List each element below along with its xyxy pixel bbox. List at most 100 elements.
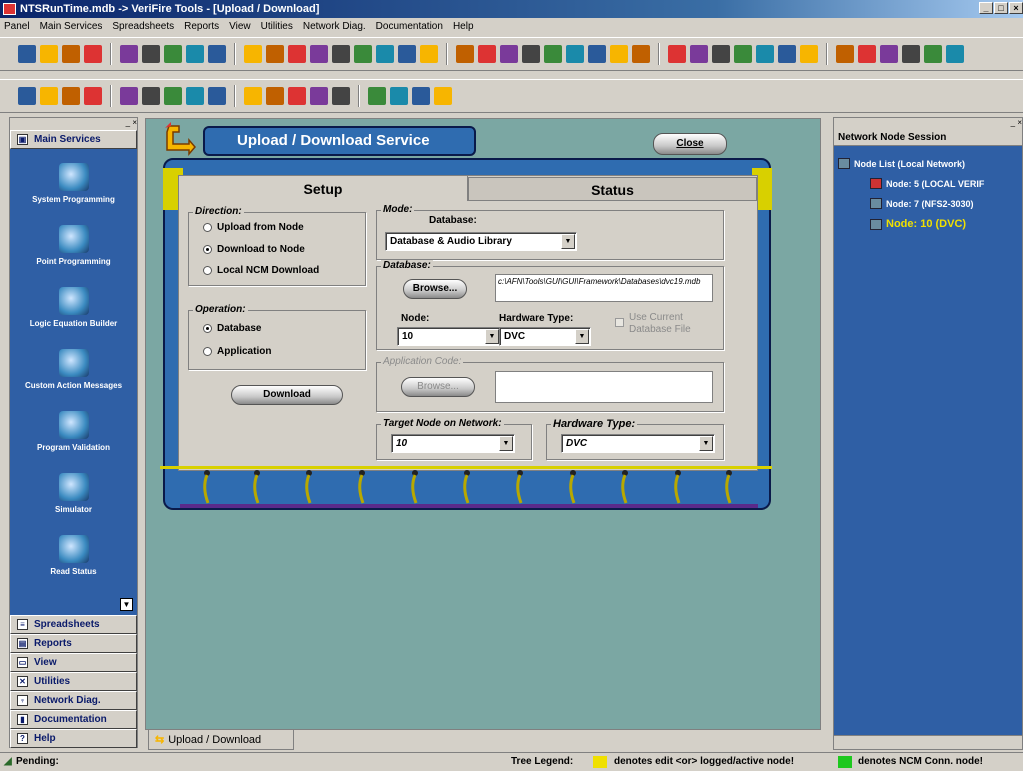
category-reports[interactable]: ▤ Reports <box>10 634 137 653</box>
toolbar-button-icon[interactable] <box>208 45 226 63</box>
toolbar-button-icon[interactable] <box>84 45 102 63</box>
hardware-type-select[interactable]: DVC ▼ <box>561 434 715 453</box>
pane-controls[interactable]: _ × <box>10 118 137 130</box>
toolbar-button-icon[interactable] <box>668 45 686 63</box>
application-browse-button[interactable]: Browse... <box>401 377 475 397</box>
toolbar-button-icon[interactable] <box>522 45 540 63</box>
service-simulator[interactable]: Simulator <box>10 473 137 514</box>
category-spreadsheets[interactable]: ≡ Spreadsheets <box>10 615 137 634</box>
toolbar-button-icon[interactable] <box>40 87 58 105</box>
toolbar-button-icon[interactable] <box>62 87 80 105</box>
close-window-button[interactable]: × <box>1009 2 1023 14</box>
menu-spreadsheets[interactable]: Spreadsheets <box>112 18 174 36</box>
toolbar-button-icon[interactable] <box>332 87 350 105</box>
radio-database[interactable]: Database <box>203 323 261 334</box>
main-services-header[interactable]: ▣ Main Services <box>10 130 137 149</box>
toolbar-button-icon[interactable] <box>946 45 964 63</box>
toolbar-button-icon[interactable] <box>800 45 818 63</box>
toolbar-button-icon[interactable] <box>164 45 182 63</box>
tree-node-5[interactable]: Node: 5 (LOCAL VERIF <box>870 178 984 189</box>
radio-upload-from-node[interactable]: Upload from Node <box>203 222 304 233</box>
toolbar-button-icon[interactable] <box>208 87 226 105</box>
pane-controls[interactable]: _ × <box>834 118 1022 130</box>
node-select[interactable]: 10 ▼ <box>397 327 501 346</box>
toolbar-button-icon[interactable] <box>288 45 306 63</box>
toolbar-button-icon[interactable] <box>40 45 58 63</box>
tree-root[interactable]: Node List (Local Network) <box>838 158 965 169</box>
menu-utilities[interactable]: Utilities <box>261 18 293 36</box>
category-utilities[interactable]: ✕ Utilities <box>10 672 137 691</box>
tab-setup[interactable]: Setup <box>178 175 468 201</box>
mode-select[interactable]: Database & Audio Library ▼ <box>385 232 577 251</box>
toolbar-button-icon[interactable] <box>310 45 328 63</box>
category-network-diag[interactable]: ♆ Network Diag. <box>10 691 137 710</box>
close-button[interactable]: Close <box>653 133 727 155</box>
menu-help[interactable]: Help <box>453 18 474 36</box>
toolbar-button-icon[interactable] <box>836 45 854 63</box>
toolbar-button-icon[interactable] <box>500 45 518 63</box>
toolbar-button-icon[interactable] <box>456 45 474 63</box>
category-help[interactable]: ? Help <box>10 729 137 748</box>
toolbar-button-icon[interactable] <box>186 87 204 105</box>
toolbar-button-icon[interactable] <box>632 45 650 63</box>
service-program-validation[interactable]: Program Validation <box>10 411 137 452</box>
toolbar-button-icon[interactable] <box>84 87 102 105</box>
download-button[interactable]: Download <box>231 385 343 405</box>
menu-panel[interactable]: Panel <box>4 18 30 36</box>
tree-node-7[interactable]: Node: 7 (NFS2-3030) <box>870 198 974 209</box>
toolbar-button-icon[interactable] <box>398 45 416 63</box>
window-tab-upload-download[interactable]: ⇆ Upload / Download <box>148 730 294 750</box>
maximize-button[interactable]: □ <box>994 2 1008 14</box>
minimize-button[interactable]: _ <box>979 2 993 14</box>
toolbar-button-icon[interactable] <box>478 45 496 63</box>
toolbar-button-icon[interactable] <box>412 87 430 105</box>
toolbar-button-icon[interactable] <box>690 45 708 63</box>
menu-view[interactable]: View <box>229 18 251 36</box>
menu-documentation[interactable]: Documentation <box>376 18 443 36</box>
toolbar-button-icon[interactable] <box>18 87 36 105</box>
service-read-status[interactable]: Read Status <box>10 535 137 576</box>
toolbar-button-icon[interactable] <box>376 45 394 63</box>
toolbar-button-icon[interactable] <box>588 45 606 63</box>
toolbar-button-icon[interactable] <box>244 45 262 63</box>
toolbar-button-icon[interactable] <box>186 45 204 63</box>
scroll-down-button[interactable]: ▼ <box>120 598 133 611</box>
menu-reports[interactable]: Reports <box>184 18 219 36</box>
target-node-select[interactable]: 10 ▼ <box>391 434 515 453</box>
db-hardware-select[interactable]: DVC ▼ <box>499 327 591 346</box>
toolbar-button-icon[interactable] <box>142 87 160 105</box>
toolbar-button-icon[interactable] <box>420 45 438 63</box>
toolbar-button-icon[interactable] <box>120 45 138 63</box>
category-view[interactable]: ▭ View <box>10 653 137 672</box>
toolbar-button-icon[interactable] <box>368 87 386 105</box>
toolbar-button-icon[interactable] <box>310 87 328 105</box>
toolbar-button-icon[interactable] <box>880 45 898 63</box>
use-current-checkbox[interactable] <box>615 318 624 327</box>
service-system-programming[interactable]: System Programming <box>10 163 137 204</box>
category-documentation[interactable]: ▮ Documentation <box>10 710 137 729</box>
tab-status[interactable]: Status <box>468 177 757 201</box>
menu-network-diag[interactable]: Network Diag. <box>303 18 366 36</box>
toolbar-button-icon[interactable] <box>566 45 584 63</box>
toolbar-button-icon[interactable] <box>610 45 628 63</box>
toolbar-button-icon[interactable] <box>712 45 730 63</box>
menu-main-services[interactable]: Main Services <box>40 18 103 36</box>
radio-download-to-node[interactable]: Download to Node <box>203 244 305 255</box>
toolbar-button-icon[interactable] <box>756 45 774 63</box>
horizontal-scrollbar[interactable] <box>834 735 1022 749</box>
toolbar-button-icon[interactable] <box>244 87 262 105</box>
radio-application[interactable]: Application <box>203 346 271 357</box>
toolbar-button-icon[interactable] <box>142 45 160 63</box>
toolbar-button-icon[interactable] <box>120 87 138 105</box>
application-path-field[interactable] <box>495 371 713 403</box>
toolbar-button-icon[interactable] <box>778 45 796 63</box>
toolbar-button-icon[interactable] <box>332 45 350 63</box>
toolbar-button-icon[interactable] <box>164 87 182 105</box>
service-logic-equation-builder[interactable]: Logic Equation Builder <box>10 287 137 328</box>
toolbar-button-icon[interactable] <box>902 45 920 63</box>
toolbar-button-icon[interactable] <box>924 45 942 63</box>
toolbar-button-icon[interactable] <box>354 45 372 63</box>
tree-node-10-active[interactable]: Node: 10 (DVC) <box>870 218 966 230</box>
radio-local-ncm-download[interactable]: Local NCM Download <box>203 265 319 276</box>
toolbar-button-icon[interactable] <box>266 45 284 63</box>
